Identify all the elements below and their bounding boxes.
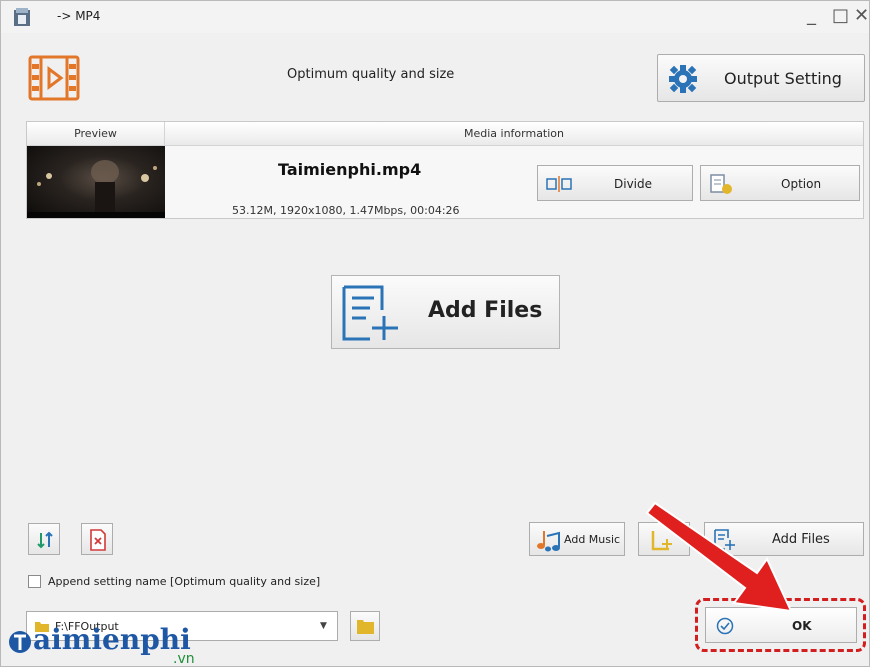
add-music-button[interactable]: Add Music	[529, 522, 625, 556]
add-files-label: Add Files	[428, 298, 543, 323]
window-title: -> MP4	[57, 9, 101, 23]
option-label: Option	[781, 177, 822, 191]
clear-list-button[interactable]	[81, 523, 113, 555]
file-info: 53.12M, 1920x1080, 1.47Mbps, 00:04:26	[232, 204, 460, 217]
delete-file-icon	[90, 529, 106, 551]
sort-icon	[37, 531, 53, 549]
gear-icon	[669, 65, 697, 93]
close-icon[interactable]: ✕	[854, 6, 869, 26]
watermark-text: aimienphi	[33, 623, 191, 656]
ok-label: OK	[792, 619, 812, 633]
column-header-preview[interactable]: Preview	[27, 122, 165, 146]
append-setting-checkbox[interactable]	[28, 575, 41, 588]
add-files-toolbar-button[interactable]: Add Files	[704, 522, 864, 556]
title-bar: -> MP4 _ □ ✕	[1, 1, 869, 33]
append-setting-label: Append setting name [Optimum quality and…	[48, 575, 321, 588]
output-setting-button[interactable]: Output Setting	[657, 54, 865, 102]
add-folder-button[interactable]	[638, 522, 690, 556]
add-file-icon	[714, 529, 735, 550]
add-files-toolbar-label: Add Files	[772, 532, 830, 547]
ok-button[interactable]: OK	[705, 607, 857, 643]
column-header-media-information[interactable]: Media information	[165, 122, 863, 146]
split-icon	[546, 176, 572, 192]
output-setting-label: Output Setting	[724, 69, 842, 88]
media-table: Preview Media information Taimienphi.mp4…	[26, 121, 864, 219]
add-file-icon	[342, 285, 398, 341]
quality-preset-label: Optimum quality and size	[287, 67, 455, 82]
add-music-label: Add Music	[564, 533, 621, 546]
folder-icon	[357, 620, 374, 634]
music-note-icon	[537, 531, 560, 552]
divide-label: Divide	[614, 177, 653, 191]
logo-t-icon	[9, 631, 31, 653]
option-button[interactable]: Option	[700, 165, 860, 201]
minimize-icon[interactable]: _	[807, 6, 816, 26]
app-icon	[14, 8, 30, 26]
document-settings-icon	[710, 174, 732, 194]
add-files-button[interactable]: Add Files	[331, 275, 560, 349]
watermark-suffix: .vn	[173, 651, 195, 667]
sort-button[interactable]	[28, 523, 60, 555]
converter-window: -> MP4 _ □ ✕ Optimum quality and size Ou…	[0, 0, 870, 667]
browse-folder-button[interactable]	[350, 611, 380, 641]
folder-add-icon	[651, 531, 672, 551]
file-name: Taimienphi.mp4	[278, 160, 422, 179]
chevron-down-icon[interactable]: ▼	[320, 621, 327, 631]
divide-button[interactable]: Divide	[537, 165, 693, 201]
video-format-icon	[28, 55, 80, 101]
maximize-icon[interactable]: □	[832, 6, 849, 26]
check-circle-icon	[716, 617, 734, 635]
video-thumbnail	[27, 146, 165, 218]
